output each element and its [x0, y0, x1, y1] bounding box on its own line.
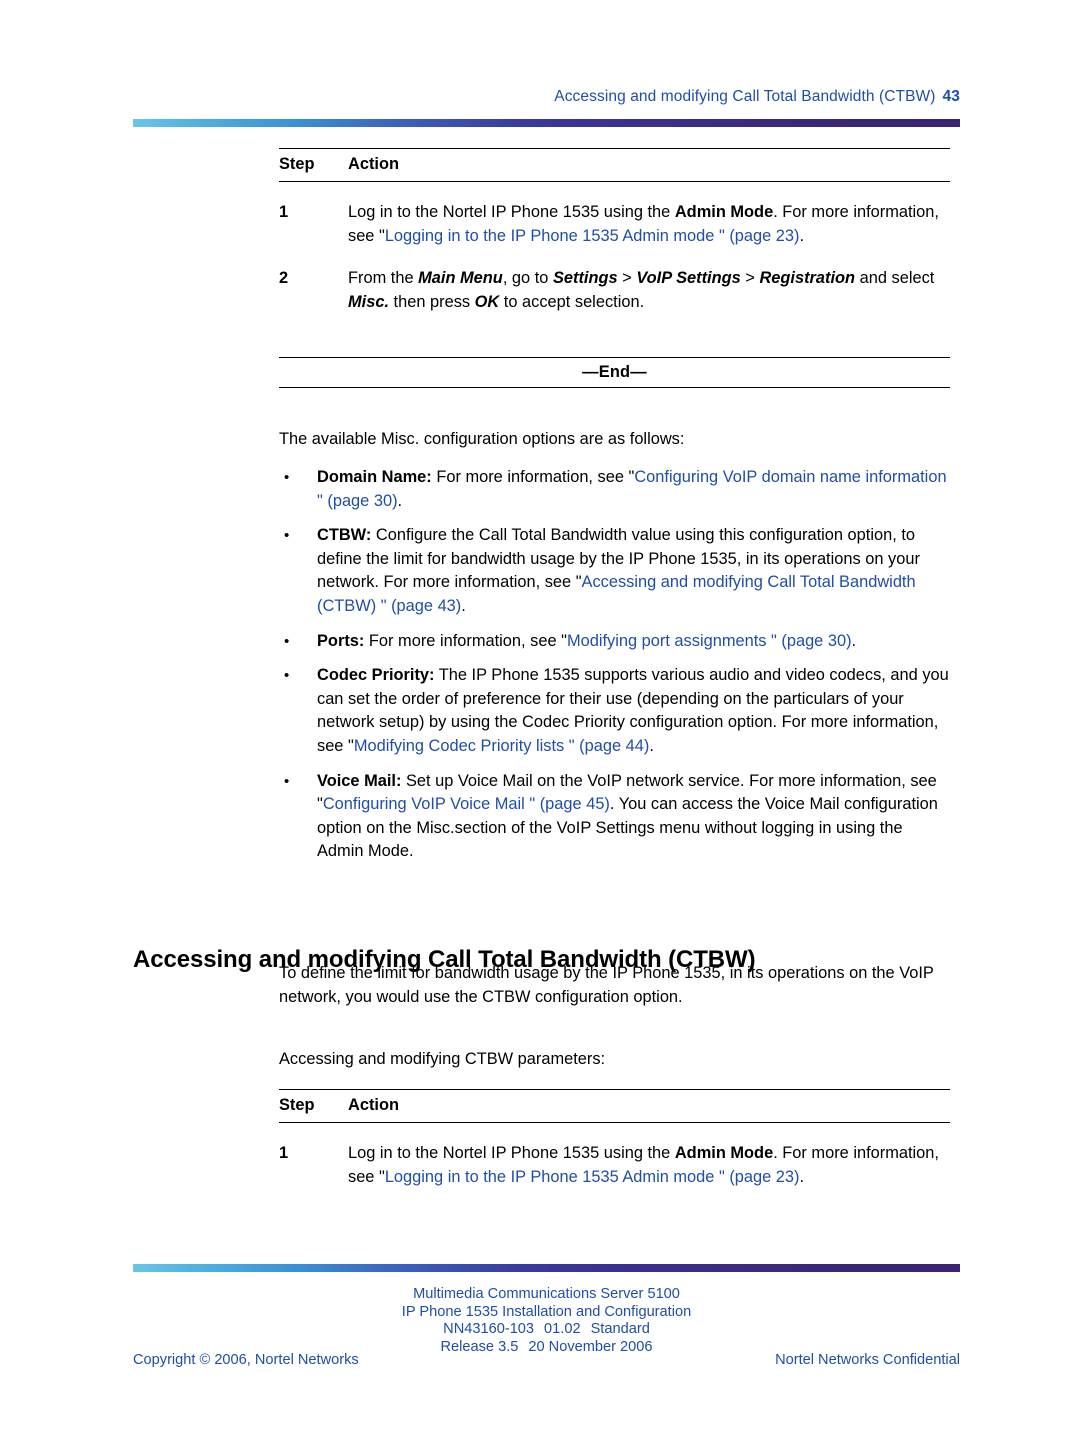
footer-doc-status: Standard [590, 1321, 650, 1338]
footer-date: 20 November 2006 [528, 1338, 653, 1355]
table2-row1-action: Log in to the Nortel IP Phone 1535 using… [348, 1144, 939, 1186]
header-gradient-rule [133, 119, 960, 127]
footer-line-product: Multimedia Communications Server 5100 [413, 1286, 680, 1302]
bullet-text: CTBW: Configure the Call Total Bandwidth… [317, 526, 920, 615]
table1-row2-step: 2 [279, 269, 289, 288]
bullet-text: Ports: For more information, see "Modify… [317, 631, 857, 650]
running-header-title: Accessing and modifying Call Total Bandw… [554, 88, 936, 105]
footer-document-info: Multimedia Communications Server 5100 IP… [133, 1286, 960, 1356]
footer-release: Release 3.5 [440, 1338, 519, 1355]
list-item-ctbw: • CTBW: Configure the Call Total Bandwid… [279, 524, 950, 618]
procedure-lead-in: Accessing and modifying CTBW parameters: [279, 1050, 606, 1068]
table1-row2-action: From the Main Menu, go to Settings > VoI… [348, 269, 935, 311]
list-item-codec-priority: • Codec Priority: The IP Phone 1535 supp… [279, 664, 950, 758]
footer-line-title: IP Phone 1535 Installation and Configura… [401, 1303, 692, 1320]
page-number: 43 [942, 88, 960, 105]
bullet-text: Codec Priority: The IP Phone 1535 suppor… [317, 666, 949, 755]
bullet-icon: • [284, 667, 290, 685]
end-label: —End— [582, 363, 647, 381]
step-action-table-1: Step Action 1 Log in to the Nortel IP Ph… [279, 148, 950, 314]
copyright-notice: Copyright © 2006, Nortel Networks [133, 1352, 359, 1368]
table2-col-action: Action [348, 1096, 399, 1114]
table1-col-step: Step [279, 155, 315, 173]
table-row: 1 Log in to the Nortel IP Phone 1535 usi… [279, 1123, 950, 1189]
table1-row1-action: Log in to the Nortel IP Phone 1535 using… [348, 203, 939, 245]
table-row: 1 Log in to the Nortel IP Phone 1535 usi… [279, 182, 950, 248]
table2-col-step: Step [279, 1096, 315, 1114]
step-action-table-2: Step Action 1 Log in to the Nortel IP Ph… [279, 1089, 950, 1189]
table1-col-action: Action [348, 155, 399, 173]
bullet-text: Voice Mail: Set up Voice Mail on the VoI… [317, 771, 938, 861]
list-item-domain-name: • Domain Name: For more information, see… [279, 466, 950, 513]
confidentiality-notice: Nortel Networks Confidential [775, 1352, 960, 1368]
end-marker-block: —End— [279, 357, 950, 388]
end-bottom-rule [279, 387, 950, 388]
bullet-icon: • [284, 527, 290, 545]
footer-doc-version: 01.02 [544, 1321, 581, 1338]
bullet-text: Domain Name: For more information, see "… [317, 468, 947, 510]
misc-options-list: • Domain Name: For more information, see… [279, 466, 950, 875]
section-paragraph: To define the limit for bandwidth usage … [279, 964, 934, 1006]
bullet-icon: • [284, 632, 290, 650]
footer-line-docnum: NN43160-103 01.02 Standard [133, 1321, 960, 1339]
bullet-icon: • [284, 772, 290, 790]
list-item-ports: • Ports: For more information, see "Modi… [279, 630, 950, 654]
bullet-icon: • [284, 469, 290, 486]
running-header: Accessing and modifying Call Total Bandw… [133, 88, 960, 106]
document-page: Accessing and modifying Call Total Bandw… [0, 0, 1080, 1440]
table1-header-row: Step Action [279, 149, 950, 181]
table1-row1-step: 1 [279, 203, 289, 221]
table2-header-row: Step Action [279, 1090, 950, 1122]
table-row: 2 From the Main Menu, go to Settings > V… [279, 248, 950, 314]
table2-row1-step: 1 [279, 1144, 289, 1162]
list-item-voice-mail: • Voice Mail: Set up Voice Mail on the V… [279, 770, 950, 864]
footer-gradient-rule [133, 1264, 960, 1272]
misc-options-intro: The available Misc. configuration option… [279, 430, 685, 448]
footer-doc-number: NN43160-103 [443, 1321, 535, 1338]
